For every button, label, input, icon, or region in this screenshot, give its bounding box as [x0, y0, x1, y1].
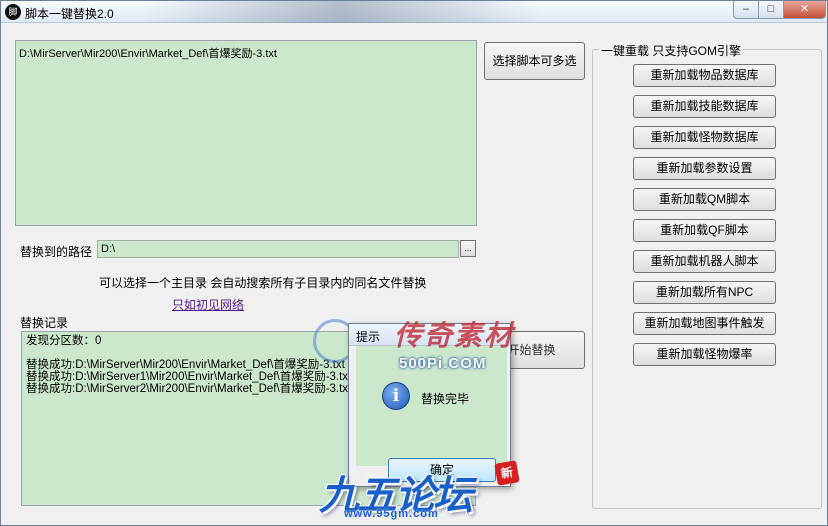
reload-drop-rate-button[interactable]: 重新加载怪物爆率 — [633, 343, 776, 366]
window-title: 脚本一键替换2.0 — [25, 7, 114, 21]
watermark-logo-top: 传奇素材 — [394, 319, 515, 352]
app-window: 脚 脚本一键替换2.0 – □ ✕ D:\MirServer\Mir200\En… — [0, 0, 828, 526]
reload-qm-button[interactable]: 重新加载QM脚本 — [633, 188, 776, 211]
reload-skills-button[interactable]: 重新加载技能数据库 — [633, 95, 776, 118]
path-label: 替换到的路径 — [20, 245, 93, 259]
choose-script-button[interactable]: 选择脚本可多选 — [484, 42, 585, 80]
reload-npc-button[interactable]: 重新加载所有NPC — [633, 281, 776, 304]
title-bar[interactable]: 脚 脚本一键替换2.0 – □ ✕ — [1, 1, 827, 23]
watermark-url-bottom: www.95gm.com — [344, 508, 439, 520]
reload-items-button[interactable]: 重新加载物品数据库 — [633, 64, 776, 87]
list-item[interactable]: D:\MirServer\Mir200\Envir\Market_Def\首爆奖… — [19, 45, 473, 61]
reload-robot-button[interactable]: 重新加载机器人脚本 — [633, 250, 776, 273]
log-label: 替换记录 — [20, 316, 69, 330]
reload-monsters-button[interactable]: 重新加载怪物数据库 — [633, 126, 776, 149]
hint-text: 可以选择一个主目录 会自动搜索所有子目录内的同名文件替换 — [99, 276, 427, 290]
dialog-title: 提示 — [356, 330, 381, 344]
info-icon: i — [382, 382, 410, 410]
script-file-list[interactable]: D:\MirServer\Mir200\Envir\Market_Def\首爆奖… — [15, 40, 477, 226]
minimize-button[interactable]: – — [733, 1, 759, 19]
background-blur — [141, 1, 541, 23]
maximize-button[interactable]: □ — [758, 1, 784, 19]
reload-group-title: 一键重载 只支持GOM引擎 — [599, 42, 743, 59]
dialog-message: 替换完毕 — [421, 392, 470, 406]
reload-qf-button[interactable]: 重新加载QF脚本 — [633, 219, 776, 242]
reload-groupbox — [592, 49, 822, 509]
browse-button[interactable]: ... — [460, 240, 476, 257]
target-path-input[interactable]: D:\ — [97, 240, 459, 258]
watermark-url-top: 500Pi.COM — [399, 355, 487, 372]
close-button[interactable]: ✕ — [783, 1, 826, 19]
app-icon: 脚 — [5, 4, 21, 20]
watermark-seal: 新 — [494, 460, 520, 486]
website-link[interactable]: 只如初见网络 — [172, 296, 244, 313]
reload-settings-button[interactable]: 重新加载参数设置 — [633, 157, 776, 180]
reload-map-events-button[interactable]: 重新加载地图事件触发 — [633, 312, 776, 335]
